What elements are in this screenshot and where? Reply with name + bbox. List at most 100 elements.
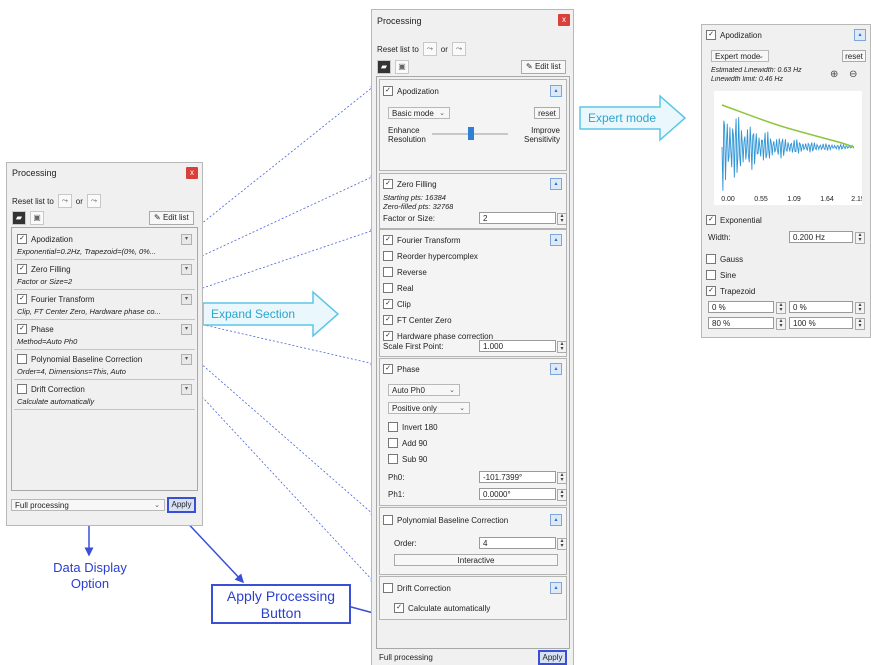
section-checkbox[interactable]: ✓ <box>17 294 27 304</box>
edit-list-label: Edit list <box>162 213 189 222</box>
collapse-toggle[interactable]: ▴ <box>550 234 562 246</box>
apodization-checkbox[interactable]: ✓ <box>706 30 716 40</box>
width-input[interactable]: 0.200 Hz <box>789 231 853 243</box>
gauss-checkbox[interactable] <box>706 254 716 264</box>
reset-custom-icon[interactable]: ⤳ <box>451 42 466 56</box>
exponential-checkbox[interactable]: ✓ <box>706 215 716 225</box>
trap-spinner-3[interactable]: ▴ ▾ <box>776 318 786 330</box>
zoom-out-icon[interactable]: ⊖ <box>849 69 857 80</box>
save-icon[interactable]: ▣ <box>30 211 44 225</box>
zero-filling-checkbox[interactable]: ✓ <box>383 179 393 189</box>
drift-checkbox[interactable] <box>383 583 393 593</box>
ft-option-checkbox[interactable] <box>383 283 393 293</box>
fourier-checkbox[interactable]: ✓ <box>383 235 393 245</box>
scale-first-point-input[interactable]: 1.000 <box>479 340 556 352</box>
close-button[interactable]: x <box>558 14 570 26</box>
collapse-toggle[interactable]: ▴ <box>550 514 562 526</box>
panel-title: Processing <box>377 16 422 26</box>
section-header: Polynomial Baseline Correction <box>383 515 508 525</box>
expand-toggle[interactable]: ▾ <box>181 264 192 275</box>
trap-input-4[interactable]: 100 % <box>789 317 853 329</box>
collapse-toggle[interactable]: ▴ <box>550 178 562 190</box>
expert-mode-label: Expert mode <box>588 111 657 125</box>
expand-toggle[interactable]: ▾ <box>181 384 192 395</box>
save-icon[interactable]: ▣ <box>395 60 409 74</box>
trap-input-1[interactable]: 0 % <box>708 301 774 313</box>
trap-input-3[interactable]: 80 % <box>708 317 774 329</box>
factor-spinner[interactable]: ▴ ▾ <box>557 213 567 225</box>
phase-checkbox[interactable]: ✓ <box>383 364 393 374</box>
collapse-toggle[interactable]: ▴ <box>550 582 562 594</box>
expand-toggle[interactable]: ▾ <box>181 294 192 305</box>
reset-button[interactable]: reset <box>534 107 560 119</box>
collapse-toggle[interactable]: ▴ <box>550 363 562 375</box>
reset-preset-icon[interactable]: ⤳ <box>422 42 437 56</box>
trapezoid-checkbox[interactable]: ✓ <box>706 286 716 296</box>
trap-spinner-1[interactable]: ▴ ▾ <box>776 302 786 314</box>
data-display-select[interactable]: Full processing ⌄ <box>11 499 165 511</box>
close-button[interactable]: x <box>186 167 198 179</box>
section-summary: Calculate automatically <box>17 397 95 406</box>
ft-option-checkbox[interactable] <box>383 267 393 277</box>
edit-list-button[interactable]: ✎ Edit list <box>521 60 566 74</box>
data-display-select[interactable]: Full processing <box>376 652 536 664</box>
section-header: ✓ Phase <box>17 324 54 334</box>
ph1-spinner[interactable]: ▴ ▾ <box>557 489 567 501</box>
ft-option-checkbox[interactable]: ✓ <box>383 315 393 325</box>
baseline-checkbox[interactable] <box>383 515 393 525</box>
section-polynomial-baseline: Polynomial Baseline Correction ▴ Order: … <box>379 507 567 575</box>
apply-button[interactable]: Apply <box>167 497 196 513</box>
apply-button[interactable]: Apply <box>538 650 567 665</box>
slider-handle[interactable] <box>468 127 474 140</box>
collapse-toggle[interactable]: ▴ <box>550 85 562 97</box>
reset-preset-icon[interactable]: ⤳ <box>57 194 72 208</box>
reset-button[interactable]: reset <box>842 50 866 62</box>
section-checkbox[interactable]: ✓ <box>17 234 27 244</box>
order-spinner[interactable]: ▴ ▾ <box>557 538 567 550</box>
width-spinner[interactable]: ▴ ▾ <box>855 232 865 244</box>
edit-list-label: Edit list <box>534 62 561 71</box>
section-label: Drift Correction <box>397 583 451 593</box>
section-checkbox[interactable] <box>17 354 27 364</box>
trap-spinner-2[interactable]: ▴ ▾ <box>855 302 865 314</box>
connector-baseline <box>190 354 375 516</box>
ph1-input[interactable]: 0.0000° <box>479 488 556 500</box>
phase-sign-select[interactable]: Positive only ⌄ <box>388 402 470 414</box>
ph0-label: Ph0: <box>388 473 405 482</box>
phase-option-checkbox[interactable] <box>388 454 398 464</box>
ft-option-checkbox[interactable]: ✓ <box>383 331 393 341</box>
ft-option-checkbox[interactable] <box>383 251 393 261</box>
expand-toggle[interactable]: ▾ <box>181 354 192 365</box>
order-input[interactable]: 4 <box>479 537 556 549</box>
zoom-in-icon[interactable]: ⊕ <box>830 69 838 80</box>
collapse-toggle[interactable]: ▴ <box>854 29 866 41</box>
phase-method-select[interactable]: Auto Ph0 ⌄ <box>388 384 460 396</box>
section-checkbox[interactable] <box>17 384 27 394</box>
section-checkbox[interactable]: ✓ <box>17 324 27 334</box>
phase-option-checkbox[interactable] <box>388 422 398 432</box>
expand-toggle[interactable]: ▾ <box>181 234 192 245</box>
trap-input-2[interactable]: 0 % <box>789 301 853 313</box>
sine-checkbox[interactable] <box>706 270 716 280</box>
mode-select[interactable]: Expert mode ⌄ <box>711 50 769 62</box>
ph0-spinner[interactable]: ▴ ▾ <box>557 472 567 484</box>
ft-option-row: Reorder hypercomplex <box>383 251 478 261</box>
section-summary: Method=Auto Ph0 <box>17 337 78 346</box>
expand-toggle[interactable]: ▾ <box>181 324 192 335</box>
eraser-icon[interactable]: ▰ <box>12 211 26 225</box>
ph0-input[interactable]: -101.7399° <box>479 471 556 483</box>
apodization-checkbox[interactable]: ✓ <box>383 86 393 96</box>
section-checkbox[interactable]: ✓ <box>17 264 27 274</box>
scale-spinner[interactable]: ▴ ▾ <box>557 341 567 353</box>
ft-option-checkbox[interactable]: ✓ <box>383 299 393 309</box>
eraser-icon[interactable]: ▰ <box>377 60 391 74</box>
edit-list-button[interactable]: ✎ Edit list <box>149 211 194 225</box>
factor-input[interactable]: 2 <box>479 212 556 224</box>
mode-select[interactable]: Basic mode ⌄ <box>388 107 450 119</box>
calc-auto-checkbox[interactable]: ✓ <box>394 603 404 613</box>
phase-option-checkbox[interactable] <box>388 438 398 448</box>
interactive-button[interactable]: Interactive <box>394 554 558 566</box>
section-phase: ✓ Phase ▴ Auto Ph0 ⌄ Positive only ⌄ Invert… <box>379 358 567 506</box>
trap-spinner-4[interactable]: ▴ ▾ <box>855 318 865 330</box>
reset-custom-icon[interactable]: ⤳ <box>86 194 101 208</box>
